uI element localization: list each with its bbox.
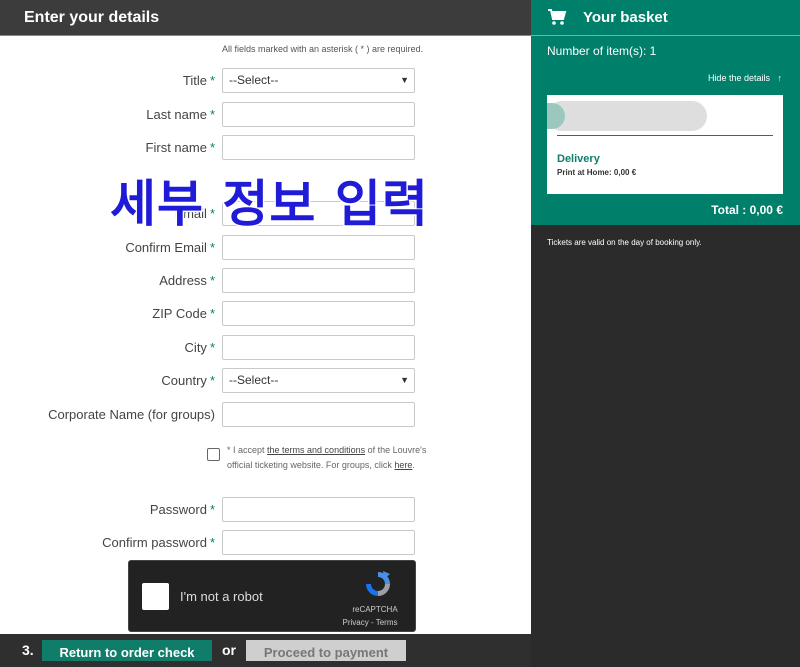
password-label: Password [149, 502, 207, 517]
country-label: Country [161, 373, 207, 388]
required-asterisk: * [209, 340, 215, 355]
recaptcha-label: I'm not a robot [180, 589, 263, 604]
required-asterisk: * [209, 535, 215, 550]
last-name-row: Last name * [0, 102, 531, 128]
proceed-to-payment-button[interactable]: Proceed to payment [246, 640, 406, 661]
required-asterisk: * [209, 107, 215, 122]
basket-panel: Your basket Number of item(s): 1 Hide th… [531, 0, 800, 225]
blurred-item-name [547, 101, 707, 131]
terms-link[interactable]: the terms and conditions [267, 445, 365, 455]
corporate-label: Corporate Name (for groups) [48, 407, 215, 422]
or-label: or [222, 642, 236, 658]
recaptcha-brand: reCAPTCHA [352, 605, 398, 614]
recaptcha-widget: I'm not a robot reCAPTCHA Privacy - Term… [128, 560, 416, 632]
basket-title: Your basket [583, 9, 668, 26]
country-select[interactable]: --Select-- ▼ [222, 368, 415, 393]
corporate-row: Corporate Name (for groups) [0, 402, 531, 428]
required-asterisk: * [209, 273, 215, 288]
details-panel: Enter your details All fields marked wit… [0, 0, 531, 667]
confirm-email-input[interactable] [222, 235, 415, 260]
required-asterisk: * [209, 73, 215, 88]
city-label: City [184, 340, 207, 355]
required-asterisk: * [209, 502, 215, 517]
last-name-label: Last name [146, 107, 207, 122]
required-asterisk: * [209, 140, 215, 155]
zip-label: ZIP Code [152, 306, 207, 321]
hide-details-link[interactable]: Hide the details ↑ [708, 73, 782, 83]
city-input[interactable] [222, 335, 415, 360]
required-asterisk: * [209, 306, 215, 321]
title-select[interactable]: --Select-- ▼ [222, 68, 415, 93]
first-name-row: First name * [0, 135, 531, 161]
return-to-order-button[interactable]: Return to order check [42, 640, 212, 661]
basket-total: Total : 0,00 € [711, 203, 783, 217]
last-name-input[interactable] [222, 102, 415, 127]
chevron-down-icon: ▼ [400, 75, 409, 85]
basket-sidebar: Your basket Number of item(s): 1 Hide th… [531, 0, 800, 667]
confirm-email-label: Confirm Email [125, 240, 207, 255]
confirm-password-input[interactable] [222, 530, 415, 555]
print-at-home-price: Print at Home: 0,00 € [557, 168, 637, 177]
country-select-value: --Select-- [229, 373, 279, 387]
corporate-input[interactable] [222, 402, 415, 427]
recaptcha-checkbox[interactable] [142, 583, 169, 610]
terms-checkbox[interactable] [207, 448, 220, 461]
country-row: Country * --Select-- ▼ [0, 368, 531, 394]
details-header: Enter your details [0, 0, 531, 36]
cart-icon [548, 9, 567, 25]
confirm-password-row: Confirm password * [0, 530, 531, 556]
basket-item-card: Delivery Print at Home: 0,00 € [547, 95, 783, 194]
title-row: Title * --Select-- ▼ [0, 68, 531, 94]
arrow-up-icon: ↑ [777, 73, 783, 83]
required-note: All fields marked with an asterisk ( * )… [222, 44, 424, 54]
address-label: Address [159, 273, 207, 288]
confirm-email-row: Confirm Email * [0, 235, 531, 261]
card-divider [557, 135, 773, 136]
overlay-caption: 세부 정보 입력 [109, 174, 430, 235]
city-row: City * [0, 335, 531, 361]
step-number: 3. [22, 642, 34, 658]
validity-note: Tickets are valid on the day of booking … [547, 238, 702, 247]
recaptcha-links[interactable]: Privacy - Terms [335, 618, 405, 627]
here-link[interactable]: here [394, 460, 412, 470]
required-asterisk: * [209, 240, 215, 255]
item-count: Number of item(s): 1 [547, 44, 657, 58]
required-asterisk: * [209, 373, 215, 388]
step-footer: 3. Return to order check or Proceed to p… [0, 634, 531, 667]
recaptcha-logo-icon [366, 571, 390, 596]
address-row: Address * [0, 268, 531, 294]
title-select-value: --Select-- [229, 73, 279, 87]
title-label: Title [182, 73, 207, 88]
password-row: Password * [0, 497, 531, 523]
first-name-input[interactable] [222, 135, 415, 160]
zip-input[interactable] [222, 301, 415, 326]
terms-text: * I accept the terms and conditions of t… [227, 445, 427, 470]
delivery-heading: Delivery [557, 153, 600, 165]
first-name-label: First name [145, 140, 207, 155]
password-input[interactable] [222, 497, 415, 522]
basket-header: Your basket [531, 0, 800, 36]
zip-row: ZIP Code * [0, 301, 531, 327]
chevron-down-icon: ▼ [400, 375, 409, 385]
confirm-password-label: Confirm password [102, 535, 207, 550]
address-input[interactable] [222, 268, 415, 293]
